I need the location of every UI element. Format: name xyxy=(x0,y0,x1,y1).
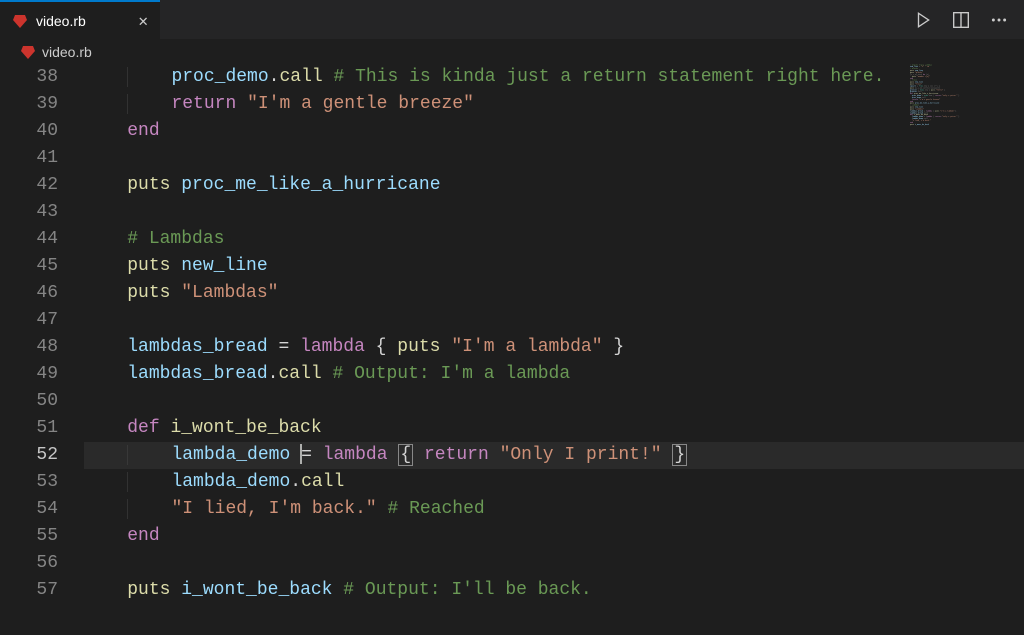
gutter: 38 39 40 41 42 43 44 45 46 47 48 49 50 5… xyxy=(0,64,84,629)
more-actions-icon[interactable] xyxy=(990,11,1008,29)
editor-actions xyxy=(914,11,1024,29)
code-line: end xyxy=(84,523,1024,550)
code-line: proc_demo.call # This is kinda just a re… xyxy=(84,64,1024,91)
code-editor[interactable]: 38 39 40 41 42 43 44 45 46 47 48 49 50 5… xyxy=(0,64,1024,629)
line-number: 49 xyxy=(0,361,58,388)
line-number: 46 xyxy=(0,280,58,307)
line-number: 48 xyxy=(0,334,58,361)
code-line xyxy=(84,388,1024,415)
code-line xyxy=(84,550,1024,577)
breadcrumb-filename: video.rb xyxy=(42,44,92,60)
code-line: lambdas_bread.call # Output: I'm a lambd… xyxy=(84,361,1024,388)
line-number: 40 xyxy=(0,118,58,145)
breadcrumb[interactable]: video.rb xyxy=(0,40,1024,64)
tab-bar: video.rb ✕ xyxy=(0,0,1024,40)
close-icon[interactable]: ✕ xyxy=(138,11,148,31)
code-line xyxy=(84,199,1024,226)
code-line: puts "Lambdas" xyxy=(84,280,1024,307)
code-line: lambdas_bread = lambda { puts "I'm a lam… xyxy=(84,334,1024,361)
code-line: # Lambdas xyxy=(84,226,1024,253)
ruby-file-icon xyxy=(20,44,36,60)
code-line-active: lambda_demo = lambda { return "Only I pr… xyxy=(84,442,1024,469)
line-number: 56 xyxy=(0,550,58,577)
line-number: 51 xyxy=(0,415,58,442)
line-number: 54 xyxy=(0,496,58,523)
line-number: 53 xyxy=(0,469,58,496)
code-line: puts new_line xyxy=(84,253,1024,280)
code-line: puts i_wont_be_back # Output: I'll be ba… xyxy=(84,577,1024,604)
line-number: 41 xyxy=(0,145,58,172)
line-number: 57 xyxy=(0,577,58,604)
tab-video-rb[interactable]: video.rb ✕ xyxy=(0,0,160,40)
line-number-active: 52 xyxy=(0,442,58,469)
code-line xyxy=(84,145,1024,172)
code-line xyxy=(84,307,1024,334)
tab-label: video.rb xyxy=(36,13,86,29)
line-number: 47 xyxy=(0,307,58,334)
line-number: 55 xyxy=(0,523,58,550)
code-line: end xyxy=(84,118,1024,145)
line-number: 42 xyxy=(0,172,58,199)
code-line: "I lied, I'm back." # Reached xyxy=(84,496,1024,523)
code-line: lambda_demo.call xyxy=(84,469,1024,496)
code-line: puts proc_me_like_a_hurricane xyxy=(84,172,1024,199)
line-number: 39 xyxy=(0,91,58,118)
ruby-file-icon xyxy=(12,13,28,29)
line-number: 45 xyxy=(0,253,58,280)
line-number: 50 xyxy=(0,388,58,415)
line-number: 43 xyxy=(0,199,58,226)
run-icon[interactable] xyxy=(914,11,932,29)
line-number: 38 xyxy=(0,64,58,91)
code-line: def i_wont_be_back xyxy=(84,415,1024,442)
split-editor-icon[interactable] xyxy=(952,11,970,29)
code-content[interactable]: proc_demo.call # This is kinda just a re… xyxy=(84,64,1024,629)
code-line: return "I'm a gentle breeze" xyxy=(84,91,1024,118)
line-number: 44 xyxy=(0,226,58,253)
minimap[interactable]: # Blocks Procs Lambdas new_line = "=" * … xyxy=(910,64,1020,314)
